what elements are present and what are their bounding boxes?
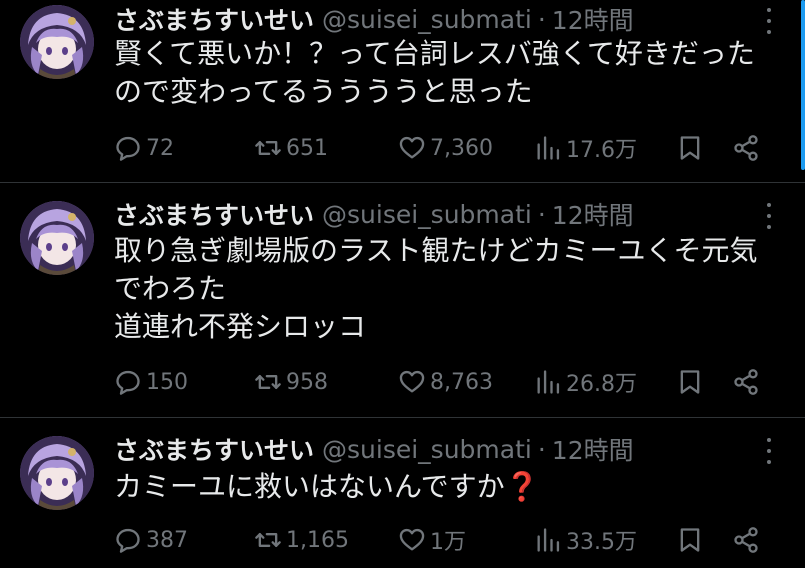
tweet-text-line: でわろた <box>114 272 227 305</box>
user-handle[interactable]: @suisei_submati <box>322 435 532 464</box>
speech-bubble-icon <box>116 528 140 553</box>
tweet-text-line: 取り急ぎ劇場版のラスト観たけどカミーユくそ元気 <box>114 234 758 267</box>
separator-dot: · <box>537 199 546 229</box>
reply-count: 150 <box>146 369 188 395</box>
share-nodes-icon <box>734 135 758 161</box>
avatar[interactable] <box>20 436 94 510</box>
tweet[interactable]: さぶまちすいせい @suisei_submati · 12時間 取り急ぎ劇場版の… <box>0 183 805 418</box>
retweet-count: 651 <box>286 135 328 161</box>
tweet-text-line: 賢くて悪いか！？って台詞レスバ強くて好きだった <box>114 37 755 70</box>
heart-icon <box>399 370 425 393</box>
like-button[interactable]: 8,763 <box>398 365 493 399</box>
retweet-button[interactable]: 651 <box>254 131 328 165</box>
user-handle[interactable]: @suisei_submati <box>322 5 532 34</box>
display-name[interactable]: さぶまちすいせい <box>114 196 314 232</box>
reply-count: 387 <box>146 527 188 553</box>
retweet-count: 1,165 <box>286 527 349 553</box>
bar-chart-icon <box>537 136 560 160</box>
like-count: 7,360 <box>430 135 493 161</box>
like-count: 1万 <box>430 530 466 555</box>
views-count: 33.5万 <box>566 530 637 555</box>
retweet-arrows-icon <box>255 141 281 155</box>
retweet-arrows-icon <box>255 375 281 389</box>
tweet-header: さぶまちすいせい @suisei_submati · 12時間 <box>114 197 634 231</box>
views-button[interactable]: 33.5万 <box>534 523 637 557</box>
speech-bubble-icon <box>116 370 140 395</box>
retweet-button[interactable]: 1,165 <box>254 523 349 557</box>
retweet-arrows-icon <box>255 533 281 547</box>
more-options-icon[interactable] <box>765 438 773 464</box>
timestamp[interactable]: 12時間 <box>552 196 634 232</box>
tweet-text-line: カミーユに救いはないんですか❓ <box>114 470 540 503</box>
avatar[interactable] <box>20 5 94 79</box>
like-count: 8,763 <box>430 369 493 395</box>
heart-icon <box>399 136 425 159</box>
bookmark-button[interactable] <box>676 131 704 165</box>
action-bar: 150 958 8,763 26.8万 <box>114 365 774 399</box>
display-name[interactable]: さぶまちすいせい <box>114 431 314 467</box>
bookmark-button[interactable] <box>676 365 704 399</box>
display-name[interactable]: さぶまちすいせい <box>114 1 314 37</box>
user-handle[interactable]: @suisei_submati <box>322 200 532 229</box>
tweet[interactable]: さぶまちすいせい @suisei_submati · 12時間 カミーユに救いは… <box>0 418 805 568</box>
timestamp[interactable]: 12時間 <box>552 1 634 37</box>
separator-dot: · <box>537 434 546 464</box>
avatar[interactable] <box>20 201 94 275</box>
like-button[interactable]: 1万 <box>398 523 466 557</box>
tweet-text-line: 道連れ不発シロッコ <box>114 310 367 343</box>
share-button[interactable] <box>732 365 760 399</box>
views-button[interactable]: 17.6万 <box>534 131 637 165</box>
action-bar: 387 1,165 1万 33.5万 <box>114 523 774 557</box>
views-button[interactable]: 26.8万 <box>534 365 637 399</box>
like-button[interactable]: 7,360 <box>398 131 493 165</box>
retweet-count: 958 <box>286 369 328 395</box>
reply-button[interactable]: 387 <box>114 523 188 557</box>
more-options-icon[interactable] <box>765 8 773 34</box>
tweet-header: さぶまちすいせい @suisei_submati · 12時間 <box>114 432 634 466</box>
bookmark-icon <box>680 370 700 394</box>
action-bar: 72 651 7,360 17.6万 <box>114 131 774 165</box>
timestamp[interactable]: 12時間 <box>552 431 634 467</box>
share-button[interactable] <box>732 131 760 165</box>
retweet-button[interactable]: 958 <box>254 365 328 399</box>
separator-dot: · <box>537 4 546 34</box>
bookmark-icon <box>680 528 700 552</box>
bookmark-button[interactable] <box>676 523 704 557</box>
views-count: 17.6万 <box>566 138 637 163</box>
reply-button[interactable]: 72 <box>114 131 174 165</box>
share-button[interactable] <box>732 523 760 557</box>
reply-button[interactable]: 150 <box>114 365 188 399</box>
bookmark-icon <box>680 136 700 160</box>
tweet-text: 取り急ぎ劇場版のラスト観たけどカミーユくそ元気 でわろた 道連れ不発シロッコ <box>114 232 785 346</box>
more-options-icon[interactable] <box>765 203 773 229</box>
share-nodes-icon <box>734 369 758 395</box>
bar-chart-icon <box>537 528 560 552</box>
tweet-header: さぶまちすいせい @suisei_submati · 12時間 <box>114 2 634 36</box>
tweet-text: 賢くて悪いか！？って台詞レスバ強くて好きだった ので変わってるううううと思った <box>114 35 785 111</box>
tweet[interactable]: さぶまちすいせい @suisei_submati · 12時間 賢くて悪いか！？… <box>0 0 805 183</box>
reply-count: 72 <box>146 135 174 161</box>
tweet-text: カミーユに救いはないんですか❓ <box>114 468 785 506</box>
bar-chart-icon <box>537 370 560 394</box>
tweet-text-line: ので変わってるううううと思った <box>114 75 533 108</box>
heart-icon <box>399 528 425 551</box>
views-count: 26.8万 <box>566 372 637 397</box>
share-nodes-icon <box>734 527 758 553</box>
speech-bubble-icon <box>116 136 140 161</box>
